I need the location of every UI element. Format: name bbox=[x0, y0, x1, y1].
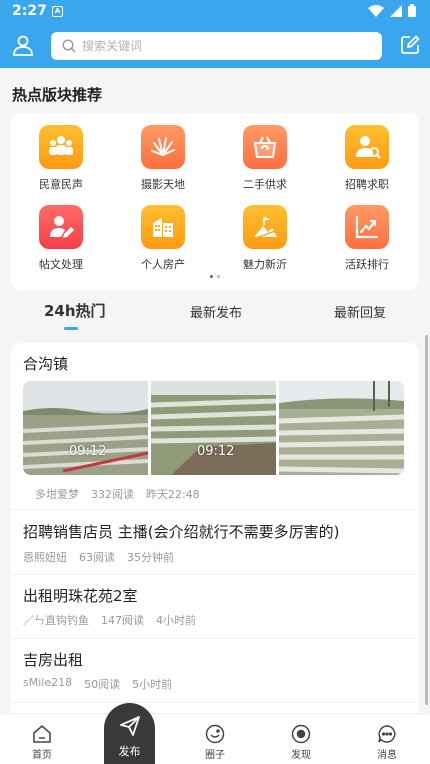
category-item[interactable]: 个人房产 bbox=[123, 205, 203, 285]
nav-discover[interactable]: 发现 bbox=[271, 714, 331, 764]
post-item[interactable]: 出租明珠花苑2室 ／ㄣ直钩钓鱼 147阅读 4小时前 bbox=[11, 575, 419, 639]
notification-app-icon: A bbox=[52, 6, 63, 17]
category-label: 二手供求 bbox=[243, 178, 287, 191]
post-title: 招聘销售店员 主播(会介绍就行不需要多厉害的) bbox=[23, 523, 340, 541]
profile-icon[interactable] bbox=[11, 33, 35, 57]
category-item[interactable]: 招聘求职 bbox=[327, 125, 407, 205]
search-input[interactable] bbox=[82, 32, 372, 60]
search-icon bbox=[62, 39, 76, 53]
post-author[interactable]: ／ㄣ直钩钓鱼 bbox=[23, 612, 89, 628]
circle-smile-icon bbox=[205, 724, 225, 744]
category-item[interactable]: 帖文处理 bbox=[21, 205, 101, 285]
tab-latest-posts[interactable]: 最新发布 bbox=[190, 302, 242, 321]
building-icon bbox=[141, 205, 185, 249]
landscape-flag-icon bbox=[243, 205, 287, 249]
edit-square-icon[interactable] bbox=[400, 35, 420, 55]
category-item[interactable]: 摄影天地 bbox=[123, 125, 203, 205]
post-image-strip: 09:12 09:12 bbox=[23, 381, 404, 475]
wifi-icon bbox=[368, 4, 384, 17]
post-meta: 多坩爱梦 332阅读 昨天22:48 bbox=[35, 486, 200, 502]
nav-home[interactable]: 首页 bbox=[12, 714, 72, 764]
category-item[interactable]: 民意民声 bbox=[21, 125, 101, 205]
status-icons bbox=[368, 4, 416, 17]
home-icon bbox=[33, 725, 51, 743]
post-author[interactable]: sMile218 bbox=[23, 676, 72, 692]
category-label: 个人房产 bbox=[141, 258, 185, 271]
people-group-icon bbox=[39, 125, 83, 169]
category-item[interactable]: 活跃排行 bbox=[327, 205, 407, 285]
camera-shutter-icon bbox=[141, 125, 185, 169]
post-read-count: 332阅读 bbox=[91, 488, 134, 501]
pager-indicator bbox=[210, 275, 220, 278]
nav-label: 消息 bbox=[377, 750, 397, 761]
video-timestamp: 09:12 bbox=[197, 444, 235, 459]
category-label: 帖文处理 bbox=[39, 258, 83, 271]
post-image[interactable]: 09:12 bbox=[23, 381, 148, 475]
post-time: 5小时前 bbox=[132, 678, 173, 691]
nav-label: 发现 bbox=[291, 750, 311, 761]
post-item[interactable]: 招聘销售店员 主播(会介绍就行不需要多厉害的) 恩熙妞妞 63阅读 35分钟前 bbox=[11, 510, 419, 575]
post-meta: sMile218 50阅读 5小时前 bbox=[23, 676, 172, 692]
post-feed: 合沟镇 09:12 09:12 多坩爱梦 332阅读 昨天22:48 招聘销售店… bbox=[11, 343, 419, 763]
status-time: 2:27 bbox=[12, 3, 47, 19]
post-title: 合沟镇 bbox=[23, 355, 69, 373]
category-label: 魅力新沂 bbox=[243, 258, 287, 271]
post-item[interactable]: 合沟镇 09:12 09:12 多坩爱梦 332阅读 昨天22:48 bbox=[11, 343, 419, 510]
category-label: 摄影天地 bbox=[141, 178, 185, 191]
post-time: 昨天22:48 bbox=[146, 488, 200, 501]
post-time: 35分钟前 bbox=[127, 551, 174, 564]
category-item[interactable]: 二手供求 bbox=[225, 125, 305, 205]
tab-latest-replies[interactable]: 最新回复 bbox=[334, 302, 386, 321]
recruit-person-icon bbox=[345, 125, 389, 169]
nav-label: 圈子 bbox=[205, 750, 225, 761]
category-label: 民意民声 bbox=[39, 178, 83, 191]
tab-24h-hot[interactable]: 24h热门 bbox=[44, 300, 106, 321]
post-read-count: 50阅读 bbox=[84, 678, 121, 691]
compass-target-icon bbox=[291, 724, 311, 744]
post-image[interactable]: 09:12 bbox=[151, 381, 276, 475]
post-read-count: 63阅读 bbox=[79, 551, 115, 564]
active-tab-indicator bbox=[64, 327, 78, 330]
post-image[interactable] bbox=[279, 381, 404, 475]
post-meta: ／ㄣ直钩钓鱼 147阅读 4小时前 bbox=[23, 612, 196, 628]
trend-chart-icon bbox=[345, 205, 389, 249]
paper-plane-icon bbox=[119, 716, 140, 736]
search-box[interactable] bbox=[51, 32, 382, 60]
battery-icon bbox=[408, 4, 416, 17]
post-time: 4小时前 bbox=[156, 614, 196, 627]
top-header: 2:27 A bbox=[0, 0, 430, 68]
post-item[interactable]: 吉房出租 sMile218 50阅读 5小时前 bbox=[11, 639, 419, 703]
status-bar: 2:27 A bbox=[0, 0, 430, 24]
recycle-basket-icon bbox=[243, 125, 287, 169]
chat-bubble-icon bbox=[378, 725, 396, 743]
post-title: 吉房出租 bbox=[23, 651, 84, 669]
video-timestamp: 09:12 bbox=[69, 444, 107, 459]
section-title: 热点版块推荐 bbox=[12, 86, 103, 104]
scrollbar[interactable] bbox=[425, 335, 428, 705]
person-edit-icon bbox=[39, 205, 83, 249]
category-item[interactable]: 魅力新沂 bbox=[225, 205, 305, 285]
nav-label: 发布 bbox=[118, 745, 141, 758]
post-meta: 恩熙妞妞 63阅读 35分钟前 bbox=[23, 549, 174, 565]
post-author[interactable]: 多坩爱梦 bbox=[35, 486, 79, 502]
category-card: 民意民声 摄影天地 二手供求 招聘求职 帖文处理 个人房产 魅力新沂 活跃排行 bbox=[11, 113, 419, 290]
post-title: 出租明珠花苑2室 bbox=[23, 587, 138, 605]
signal-icon bbox=[390, 4, 402, 17]
post-author[interactable]: 恩熙妞妞 bbox=[23, 549, 67, 565]
nav-circle[interactable]: 圈子 bbox=[185, 714, 245, 764]
category-label: 招聘求职 bbox=[345, 178, 389, 191]
nav-messages[interactable]: 消息 bbox=[357, 714, 417, 764]
feed-tabs: 24h热门 最新发布 最新回复 bbox=[0, 296, 430, 336]
publish-button[interactable]: 发布 bbox=[104, 703, 155, 764]
post-read-count: 147阅读 bbox=[101, 614, 144, 627]
nav-label: 首页 bbox=[32, 750, 52, 761]
bottom-nav: 首页 圈子 发现 消息 bbox=[0, 713, 430, 764]
category-label: 活跃排行 bbox=[345, 258, 389, 271]
